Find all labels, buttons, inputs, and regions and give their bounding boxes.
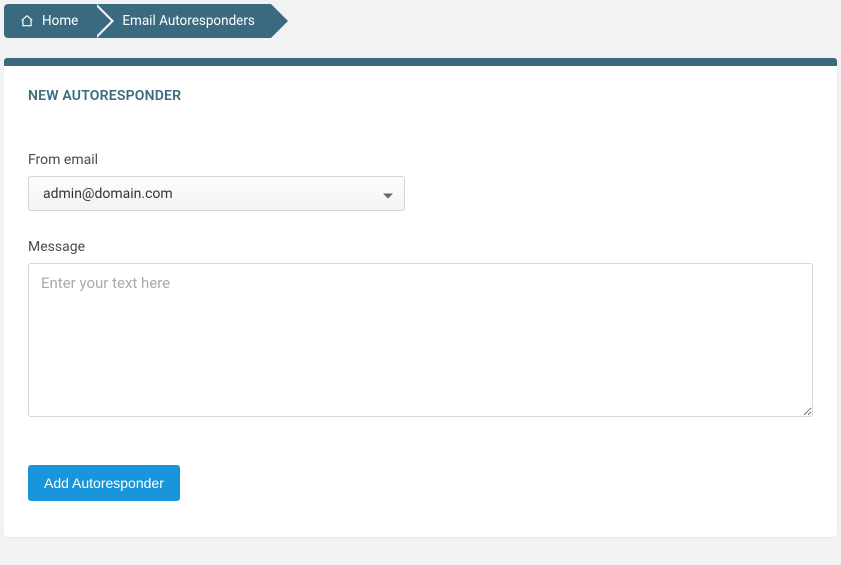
from-email-value: admin@domain.com: [28, 176, 405, 211]
breadcrumb-home[interactable]: Home: [4, 4, 94, 38]
breadcrumb-home-label: Home: [42, 13, 78, 29]
panel-accent-bar: [4, 58, 837, 66]
message-group: Message: [28, 239, 813, 421]
panel-body: NEW AUTORESPONDER From email admin@domai…: [4, 66, 837, 537]
from-email-label: From email: [28, 152, 813, 168]
breadcrumb: Home Email Autoresponders: [4, 4, 841, 38]
message-label: Message: [28, 239, 813, 255]
breadcrumb-current[interactable]: Email Autoresponders: [94, 4, 271, 38]
message-textarea[interactable]: [28, 263, 813, 417]
home-icon: [20, 14, 34, 28]
from-email-select[interactable]: admin@domain.com: [28, 176, 405, 211]
from-email-group: From email admin@domain.com: [28, 152, 813, 211]
main-panel: NEW AUTORESPONDER From email admin@domai…: [4, 58, 837, 537]
panel-title: NEW AUTORESPONDER: [28, 88, 813, 104]
breadcrumb-current-label: Email Autoresponders: [122, 13, 255, 29]
add-autoresponder-button[interactable]: Add Autoresponder: [28, 465, 180, 501]
